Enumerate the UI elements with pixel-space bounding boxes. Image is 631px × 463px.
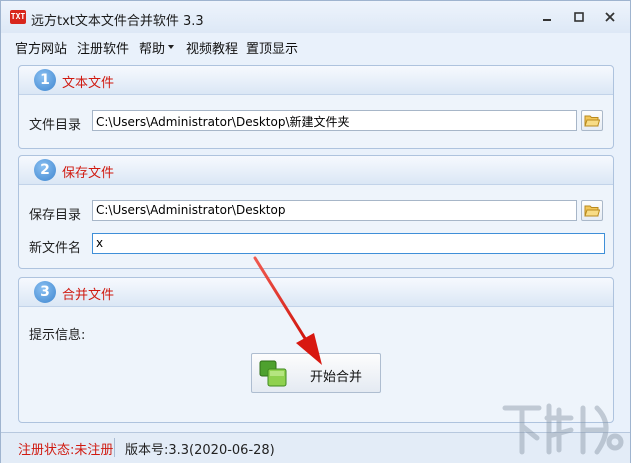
minimize-button[interactable] (538, 9, 556, 25)
folder-icon (584, 115, 600, 127)
step-number-badge: 1 (34, 69, 56, 91)
status-divider (114, 438, 115, 457)
close-icon (605, 12, 615, 22)
maximize-button[interactable] (570, 9, 588, 25)
menu-bar: 官方网站 注册软件 帮助 视频教程 置顶显示 (1, 33, 630, 57)
maximize-icon (574, 12, 584, 22)
panel-title: 合并文件 (62, 288, 115, 303)
watermark-logo (502, 403, 624, 455)
source-dir-label: 文件目录 (29, 118, 82, 133)
chevron-down-icon (168, 45, 175, 49)
browse-save-button[interactable] (581, 200, 603, 221)
folder-icon (584, 205, 600, 217)
menu-official-site[interactable]: 官方网站 (15, 38, 67, 57)
minimize-icon (543, 19, 551, 21)
panel-title: 文本文件 (62, 76, 115, 91)
close-button[interactable] (601, 9, 619, 25)
new-file-name-label: 新文件名 (29, 241, 82, 256)
app-icon: TXT (10, 10, 26, 24)
panel-header: 3 合并文件 (19, 278, 613, 307)
save-dir-input[interactable]: C:\Users\Administrator\Desktop (92, 200, 577, 221)
step-number-badge: 2 (34, 159, 56, 181)
new-file-name-input[interactable]: x (92, 233, 605, 254)
panel-header: 1 文本文件 (19, 66, 613, 95)
window-title: 远方txt文本文件合并软件 3.3 (31, 14, 204, 29)
browse-source-button[interactable] (581, 110, 603, 131)
panel-title: 保存文件 (62, 166, 115, 181)
menu-help[interactable]: 帮助 (139, 38, 175, 57)
app-window: TXT 远方txt文本文件合并软件 3.3 官方网站 注册软件 帮助 视频教程 … (0, 0, 631, 463)
save-dir-label: 保存目录 (29, 208, 82, 223)
panel-header: 2 保存文件 (19, 156, 613, 185)
start-merge-button[interactable]: 开始合并 (251, 353, 381, 393)
step-number-badge: 3 (34, 281, 56, 303)
text-file-panel: 1 文本文件 文件目录 C:\Users\Administrator\Deskt… (18, 65, 614, 149)
info-label: 提示信息: (29, 328, 86, 343)
registration-status: 注册状态:未注册 (18, 443, 114, 458)
menu-help-label: 帮助 (139, 42, 166, 57)
start-merge-label: 开始合并 (310, 370, 363, 385)
merge-icon (259, 360, 287, 387)
save-file-panel: 2 保存文件 保存目录 C:\Users\Administrator\Deskt… (18, 155, 614, 269)
title-bar: TXT 远方txt文本文件合并软件 3.3 (1, 1, 630, 33)
version-info: 版本号:3.3(2020-06-28) (125, 443, 275, 458)
menu-pin-top[interactable]: 置顶显示 (246, 38, 298, 57)
source-dir-input[interactable]: C:\Users\Administrator\Desktop\新建文件夹 (92, 110, 577, 131)
menu-video-tutorial[interactable]: 视频教程 (186, 38, 238, 57)
menu-register[interactable]: 注册软件 (77, 38, 129, 57)
